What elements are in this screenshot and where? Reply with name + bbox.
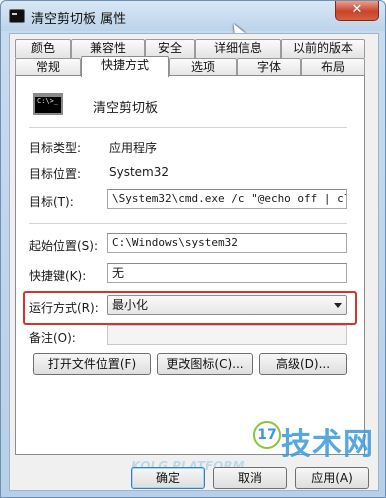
hotkey-input[interactable]: 无 [107, 263, 347, 283]
shortcut-name: 清空剪切板 [93, 101, 159, 116]
cancel-button[interactable]: 取消 [213, 467, 287, 489]
run-mode-value: 最小化 [112, 298, 149, 312]
watermark-logo: 17 [253, 421, 281, 449]
tab-previous-versions[interactable]: 以前的版本 [281, 39, 365, 58]
run-mode-select[interactable]: 最小化 [107, 295, 347, 315]
comment-input[interactable] [107, 325, 347, 345]
open-file-location-button[interactable]: 打开文件位置(F) [33, 353, 151, 375]
target-location-label: 目标位置: [29, 167, 82, 181]
divider [29, 223, 347, 224]
tab-shortcut[interactable]: 快捷方式 [81, 56, 169, 77]
target-location-value: System32 [109, 165, 170, 179]
divider [29, 127, 347, 128]
cmd-icon [9, 9, 25, 23]
target-input[interactable]: \System32\cmd.exe /c "@echo off | clip" [107, 189, 347, 209]
apply-button[interactable]: 应用(A) [295, 467, 369, 489]
close-button[interactable]: ✕ [335, 1, 379, 21]
tab-details[interactable]: 详细信息 [195, 39, 281, 58]
change-icon-button[interactable]: 更改图标(C)... [157, 353, 253, 375]
start-in-label: 起始位置(S): [29, 239, 99, 253]
tab-colors[interactable]: 颜色 [15, 39, 71, 58]
watermark-text: 技术网 [281, 427, 374, 462]
target-type-value: 应用程序 [109, 141, 158, 155]
target-type-label: 目标类型: [29, 141, 82, 155]
title-bar[interactable]: 清空剪切板 属性 ✕ [1, 1, 385, 31]
window-title: 清空剪切板 属性 [31, 12, 127, 27]
hotkey-label: 快捷键(K): [29, 269, 87, 283]
run-label: 运行方式(R): [29, 301, 99, 315]
start-in-input[interactable]: C:\Windows\system32 [107, 233, 347, 253]
ok-button[interactable]: 确定 [131, 467, 205, 489]
advanced-button[interactable]: 高级(D)... [259, 353, 347, 375]
properties-window: 清空剪切板 属性 ✕ 颜色 兼容性 安全 详细信息 以前的版本 常规 快捷方式 … [0, 0, 386, 498]
comment-label: 备注(O): [29, 331, 76, 345]
dropdown-arrow-icon[interactable] [334, 303, 342, 308]
cmd-app-icon: C:\>_ [33, 93, 63, 115]
target-label: 目标(T): [29, 195, 74, 209]
cmd-icon-text: C:\>_ [37, 97, 59, 105]
